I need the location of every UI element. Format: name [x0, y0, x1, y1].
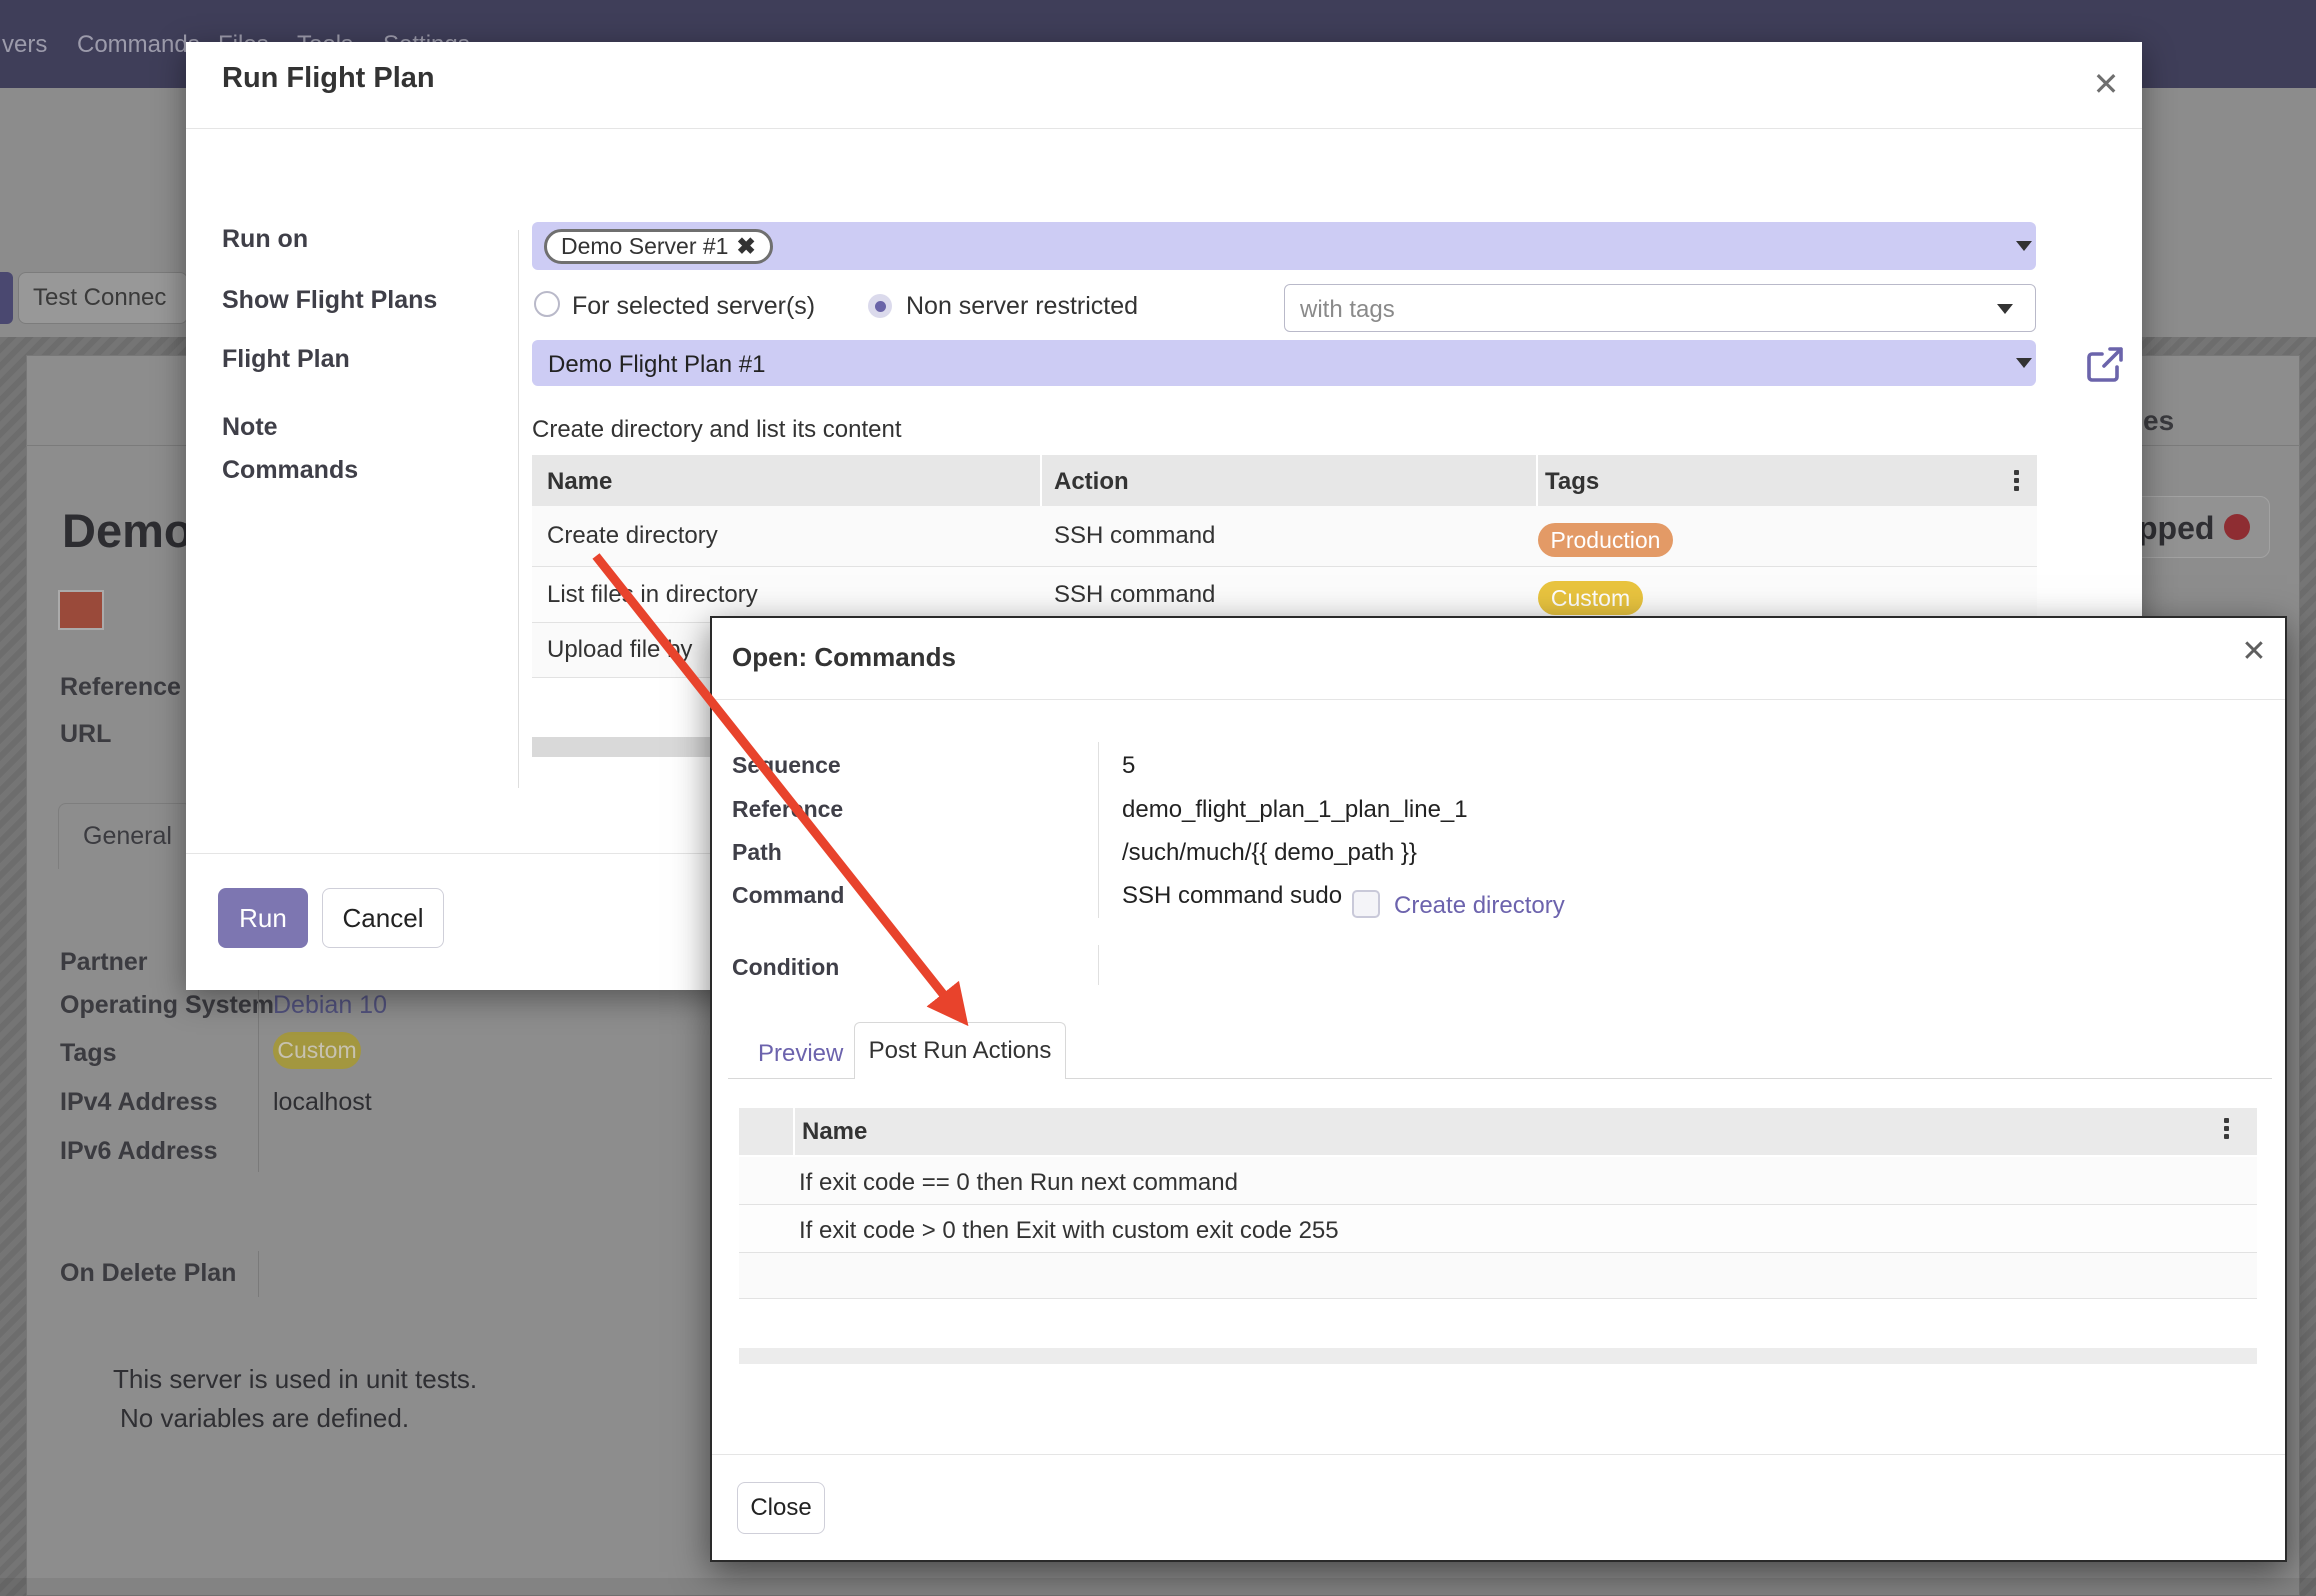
label-show-flight-plans: Show Flight Plans — [222, 286, 437, 315]
command-checkbox[interactable] — [1352, 890, 1380, 918]
field-label-on-delete-plan: On Delete Plan — [60, 1259, 236, 1288]
column-header-name[interactable]: Name — [547, 468, 612, 496]
label-column-separator — [1098, 742, 1099, 918]
bottom-strip — [0, 1578, 2316, 1596]
label-flight-plan: Flight Plan — [222, 345, 350, 374]
close-button[interactable]: Close — [737, 1482, 825, 1534]
note-value: Create directory and list its content — [532, 416, 902, 444]
status-stopped-dot-icon — [2224, 514, 2250, 540]
chevron-down-icon — [2016, 241, 2032, 251]
actions-table-header — [739, 1108, 2257, 1155]
close-icon[interactable]: ✕ — [2234, 632, 2274, 672]
tag-badge-custom: Custom — [1538, 581, 1643, 615]
action-name: If exit code > 0 then Exit with custom e… — [799, 1217, 1339, 1245]
tab-general[interactable]: General — [58, 803, 192, 869]
close-icon[interactable]: ✕ — [2086, 64, 2126, 104]
with-tags-select[interactable] — [1284, 284, 2036, 332]
table-row[interactable]: If exit code > 0 then Exit with custom e… — [739, 1205, 2257, 1253]
radio-selected-dot — [875, 301, 886, 312]
label-path: Path — [732, 839, 782, 866]
sequence-value: 5 — [1122, 752, 1135, 780]
tab-post-run-actions[interactable]: Post Run Actions — [854, 1022, 1066, 1079]
table-options-icon[interactable] — [2014, 470, 2020, 494]
label-sequence: Sequence — [732, 752, 841, 779]
card-heading-fragment: es — [2143, 405, 2174, 437]
tag-badge-production: Production — [1538, 523, 1673, 557]
action-name: If exit code == 0 then Run next command — [799, 1169, 1238, 1197]
unit-test-note-line1: This server is used in unit tests. — [113, 1364, 477, 1395]
table-row[interactable]: List files in directory SSH command — [532, 567, 2037, 623]
modal-footer-divider — [712, 1454, 2285, 1455]
unit-test-note-line2: No variables are defined. — [120, 1403, 409, 1434]
field-label-url: URL — [60, 720, 111, 749]
row-name: Create directory — [547, 522, 718, 550]
flight-plan-value: Demo Flight Plan #1 — [548, 351, 765, 379]
modal-header-divider — [186, 128, 2142, 129]
modal-title: Open: Commands — [732, 642, 956, 673]
cancel-button[interactable]: Cancel — [322, 888, 444, 948]
create-directory-link[interactable]: Create directory — [1394, 892, 1565, 920]
commands-table-header — [532, 455, 2037, 506]
column-header-action[interactable]: Action — [1054, 468, 1129, 496]
primary-button-fragment[interactable] — [0, 272, 13, 324]
chevron-down-icon — [1997, 304, 2013, 314]
field-label-partner: Partner — [60, 948, 148, 977]
path-value: /such/much/{{ demo_path }} — [1122, 839, 1417, 867]
form-separator — [258, 986, 259, 1172]
column-divider — [1040, 455, 1042, 506]
table-row[interactable]: If exit code == 0 then Run next command — [739, 1157, 2257, 1205]
table-options-icon[interactable] — [2224, 1118, 2230, 1142]
field-label-os: Operating System — [60, 991, 274, 1020]
command-value: SSH command sudo — [1122, 882, 1342, 910]
reference-value: demo_flight_plan_1_plan_line_1 — [1122, 796, 1468, 824]
table-row-empty[interactable] — [739, 1253, 2257, 1299]
with-tags-placeholder: with tags — [1300, 296, 1395, 324]
radio-label-non-restricted[interactable]: Non server restricted — [906, 292, 1138, 321]
column-header-name[interactable]: Name — [802, 1118, 867, 1146]
row-action: SSH command — [1054, 522, 1215, 550]
row-name: List files in directory — [547, 581, 758, 609]
ipv4-value: localhost — [273, 1088, 372, 1117]
label-column-separator — [1098, 945, 1099, 985]
server-title-fragment: Demo — [62, 503, 193, 558]
nav-item-servers-fragment[interactable]: vers — [2, 31, 47, 59]
server-chip[interactable]: Demo Server #1 ✖ — [544, 229, 773, 264]
tag-badge-custom: Custom — [273, 1032, 361, 1069]
label-reference: Reference — [732, 796, 843, 823]
field-label-reference: Reference — [60, 673, 181, 702]
run-button[interactable]: Run — [218, 888, 308, 948]
row-action: SSH command — [1054, 581, 1215, 609]
field-label-tags: Tags — [60, 1039, 117, 1068]
table-row[interactable]: Create directory SSH command — [532, 506, 2037, 567]
column-divider — [1536, 455, 1538, 506]
label-run-on: Run on — [222, 225, 308, 254]
radio-for-selected-servers[interactable] — [534, 291, 560, 317]
label-column-separator — [518, 230, 519, 788]
chip-remove-icon[interactable]: ✖ — [736, 233, 755, 259]
status-label-fragment: pped — [2138, 510, 2214, 547]
open-commands-modal: Open: Commands ✕ Sequence Reference Path… — [710, 616, 2287, 1562]
field-label-ipv6: IPv6 Address — [60, 1137, 217, 1166]
field-label-ipv4: IPv4 Address — [60, 1088, 217, 1117]
chevron-down-icon — [2016, 358, 2032, 368]
label-commands: Commands — [222, 456, 358, 485]
server-color-swatch[interactable] — [58, 590, 104, 630]
label-command: Command — [732, 882, 844, 909]
label-note: Note — [222, 413, 278, 442]
external-link-icon[interactable] — [2084, 346, 2126, 386]
modal-header-divider — [712, 699, 2285, 700]
column-header-tags[interactable]: Tags — [1545, 468, 1599, 496]
row-name: Upload file by — [547, 636, 692, 664]
os-value-link[interactable]: Debian 10 — [273, 991, 387, 1020]
tab-preview[interactable]: Preview — [758, 1040, 843, 1068]
nav-item-commands[interactable]: Commands — [77, 31, 200, 59]
empty-list-strip — [739, 1348, 2257, 1364]
label-condition: Condition — [732, 954, 839, 981]
radio-label-selected-servers[interactable]: For selected server(s) — [572, 292, 815, 321]
form-separator — [258, 1251, 259, 1297]
server-chip-label: Demo Server #1 — [561, 233, 728, 259]
modal-title: Run Flight Plan — [222, 62, 435, 95]
test-connection-button[interactable]: Test Connec — [18, 272, 188, 324]
column-divider — [793, 1108, 795, 1155]
